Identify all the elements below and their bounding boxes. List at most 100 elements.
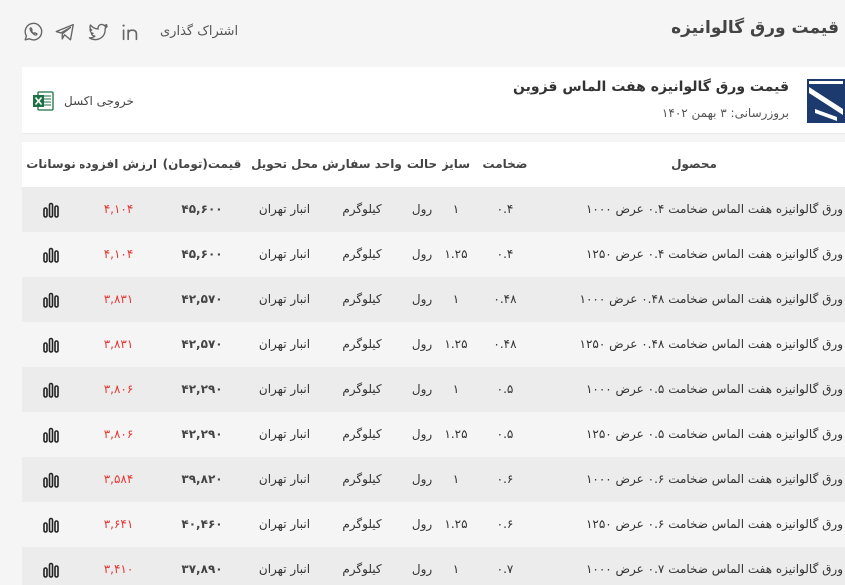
column-header-product[interactable]: محصول xyxy=(580,142,810,187)
price-cell: ۴۲,۵۷۰ xyxy=(181,337,223,351)
column-header-size[interactable]: سایز xyxy=(442,142,470,187)
state-cell: رول xyxy=(411,247,433,261)
size-cell: ۱.۲۵ xyxy=(444,337,468,351)
product-cell: ورق گالوانیزه هفت الماس ضخامت ۰.۶ عرض ۱۲… xyxy=(585,517,843,531)
state-cell: رول xyxy=(411,337,433,351)
delivery-cell: انبار تهران xyxy=(258,427,311,441)
chart-bars-icon[interactable] xyxy=(42,382,60,398)
trend-cell xyxy=(22,187,80,232)
product-title: قیمت ورق گالوانیزه هفت الماس قزوین xyxy=(513,79,789,95)
table-row: ورق گالوانیزه هفت الماس ضخامت ۰.۵ عرض ۱۲… xyxy=(22,412,845,457)
thickness-cell: ۰.۴ xyxy=(496,247,514,261)
column-header-unit[interactable]: واحد سفارش xyxy=(322,142,402,187)
excel-icon xyxy=(33,91,54,111)
telegram-icon[interactable] xyxy=(53,20,77,44)
page-title: قیمت ورق گالوانیزه xyxy=(671,18,839,38)
table-header: محصول ضخامت سایز حالت واحد سفارش محل تحو… xyxy=(22,142,845,187)
excel-export-label: خروجی اکسل xyxy=(64,94,134,108)
unit-cell: کیلوگرم xyxy=(342,562,382,576)
linkedin-icon[interactable] xyxy=(118,20,142,44)
table-row: ورق گالوانیزه هفت الماس ضخامت ۰.۶ عرض ۱۰… xyxy=(22,457,845,502)
size-cell: ۱ xyxy=(452,562,460,576)
chart-bars-icon[interactable] xyxy=(42,337,60,353)
size-cell: ۱ xyxy=(452,382,460,396)
share-label: اشتراک گذاری xyxy=(160,24,239,39)
unit-cell: کیلوگرم xyxy=(342,247,382,261)
delivery-cell: انبار تهران xyxy=(258,337,311,351)
thickness-cell: ۰.۴۸ xyxy=(493,292,517,306)
trend-cell xyxy=(22,502,80,547)
size-cell: ۱ xyxy=(452,292,460,306)
thickness-cell: ۰.۴ xyxy=(496,202,514,216)
trend-cell xyxy=(22,322,80,367)
table-row: ورق گالوانیزه هفت الماس ضخامت ۰.۷ عرض ۱۰… xyxy=(22,547,845,585)
page: قیمت ورق گالوانیزه اشتراک گذاری قیمت ورق… xyxy=(0,0,845,585)
column-header-delivery[interactable]: محل تحویل xyxy=(247,142,322,187)
delivery-cell: انبار تهران xyxy=(258,562,311,576)
vat-cell: ۳,۸۳۱ xyxy=(103,337,134,351)
trend-cell xyxy=(22,547,80,585)
chart-bars-icon[interactable] xyxy=(42,517,60,533)
chart-bars-icon[interactable] xyxy=(42,292,60,308)
state-cell: رول xyxy=(411,517,433,531)
price-cell: ۴۰,۴۶۰ xyxy=(181,517,223,531)
table-body: ورق گالوانیزه هفت الماس ضخامت ۰.۴ عرض ۱۰… xyxy=(22,187,845,585)
price-cell: ۴۲,۵۷۰ xyxy=(181,292,223,306)
delivery-cell: انبار تهران xyxy=(258,202,311,216)
state-cell: رول xyxy=(411,292,433,306)
column-header-vat[interactable]: ارزش افزوده xyxy=(80,142,157,187)
excel-export-button[interactable]: خروجی اکسل xyxy=(32,89,134,113)
chart-bars-icon[interactable] xyxy=(42,427,60,443)
state-cell: رول xyxy=(411,472,433,486)
top-bar: قیمت ورق گالوانیزه اشتراک گذاری xyxy=(0,0,845,66)
state-cell: رول xyxy=(411,562,433,576)
chart-bars-icon[interactable] xyxy=(42,472,60,488)
price-table: محصول ضخامت سایز حالت واحد سفارش محل تحو… xyxy=(22,142,845,585)
size-cell: ۱ xyxy=(452,472,460,486)
state-cell: رول xyxy=(411,382,433,396)
product-header-card: قیمت ورق گالوانیزه هفت الماس قزوین بروزر… xyxy=(22,67,845,134)
delivery-cell: انبار تهران xyxy=(258,292,311,306)
unit-cell: کیلوگرم xyxy=(342,382,382,396)
product-cell: ورق گالوانیزه هفت الماس ضخامت ۰.۴۸ عرض ۱… xyxy=(579,337,843,351)
thickness-cell: ۰.۶ xyxy=(496,472,514,486)
product-cell: ورق گالوانیزه هفت الماس ضخامت ۰.۵ عرض ۱۲… xyxy=(585,427,843,441)
vat-cell: ۳,۸۳۱ xyxy=(103,292,134,306)
size-cell: ۱ xyxy=(452,202,460,216)
trend-cell xyxy=(22,457,80,502)
thickness-cell: ۰.۶ xyxy=(496,517,514,531)
vat-cell: ۳,۵۸۴ xyxy=(103,472,134,486)
update-date: بروزرسانی: ۳ بهمن ۱۴۰۲ xyxy=(661,106,789,120)
product-cell: ورق گالوانیزه هفت الماس ضخامت ۰.۴ عرض ۱۰… xyxy=(585,202,843,216)
price-cell: ۴۲,۲۹۰ xyxy=(181,382,223,396)
product-cell: ورق گالوانیزه هفت الماس ضخامت ۰.۴۸ عرض ۱… xyxy=(579,292,843,306)
thickness-cell: ۰.۴۸ xyxy=(493,337,517,351)
table-row: ورق گالوانیزه هفت الماس ضخامت ۰.۴ عرض ۱۲… xyxy=(22,232,845,277)
vat-cell: ۳,۶۴۱ xyxy=(103,517,134,531)
delivery-cell: انبار تهران xyxy=(258,472,311,486)
delivery-cell: انبار تهران xyxy=(258,247,311,261)
thickness-cell: ۰.۷ xyxy=(496,562,514,576)
size-cell: ۱.۲۵ xyxy=(444,427,468,441)
thickness-cell: ۰.۵ xyxy=(496,382,514,396)
price-cell: ۳۷,۸۹۰ xyxy=(181,562,223,576)
unit-cell: کیلوگرم xyxy=(342,427,382,441)
vat-cell: ۳,۸۰۶ xyxy=(103,382,134,396)
brand-logo xyxy=(807,79,845,123)
column-header-trend[interactable]: نوسانات xyxy=(22,142,80,187)
chart-bars-icon[interactable] xyxy=(42,202,60,218)
chart-bars-icon[interactable] xyxy=(42,562,60,578)
column-header-price[interactable]: قیمت(تومان) xyxy=(157,142,247,187)
unit-cell: کیلوگرم xyxy=(342,292,382,306)
whatsapp-icon[interactable] xyxy=(21,20,45,44)
column-header-state[interactable]: حالت xyxy=(402,142,442,187)
product-cell: ورق گالوانیزه هفت الماس ضخامت ۰.۴ عرض ۱۲… xyxy=(585,247,843,261)
chart-bars-icon[interactable] xyxy=(42,247,60,263)
price-cell: ۴۵,۶۰۰ xyxy=(181,202,223,216)
product-cell: ورق گالوانیزه هفت الماس ضخامت ۰.۷ عرض ۱۰… xyxy=(585,562,843,576)
table-row: ورق گالوانیزه هفت الماس ضخامت ۰.۴۸ عرض ۱… xyxy=(22,277,845,322)
column-header-thickness[interactable]: ضخامت xyxy=(470,142,540,187)
twitter-icon[interactable] xyxy=(86,20,110,44)
trend-cell xyxy=(22,367,80,412)
unit-cell: کیلوگرم xyxy=(342,472,382,486)
